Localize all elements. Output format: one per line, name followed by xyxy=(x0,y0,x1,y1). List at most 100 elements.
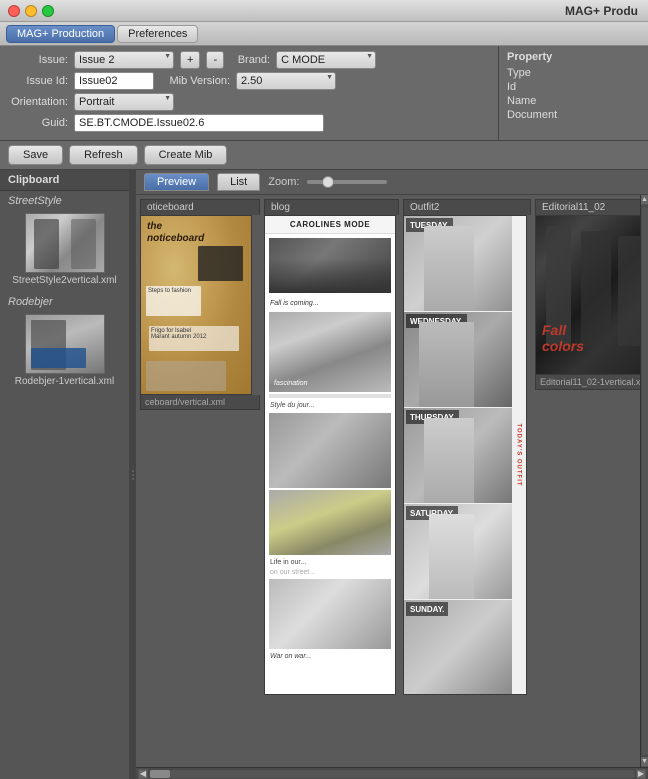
issue-select[interactable]: Issue 2 xyxy=(74,51,174,69)
blog-runway1: fascination xyxy=(269,312,391,392)
toolbar: Issue: Issue 2 + - Brand: C MODE Issue I… xyxy=(0,46,648,141)
horizontal-scrollbar[interactable]: ◀ ▶ xyxy=(136,767,648,779)
refresh-button[interactable]: Refresh xyxy=(69,145,138,165)
content-area: Preview List Zoom: oticeboard thenoticeb… xyxy=(136,170,648,779)
title-bar: MAG+ Produ xyxy=(0,0,648,22)
tab-zoom-bar: Preview List Zoom: xyxy=(136,170,648,195)
create-mib-button[interactable]: Create Mib xyxy=(144,145,228,165)
blog-text2: Style du jour... xyxy=(265,400,395,411)
sidebar-section-streetstyle: StreetStyle xyxy=(0,191,129,211)
outfit-vertical-band: TODAY'S OUTFIT xyxy=(512,216,526,694)
editorial-header: Editorial11_02 xyxy=(535,199,640,215)
property-id: Id xyxy=(507,81,640,93)
zoom-slider[interactable] xyxy=(307,180,387,184)
guid-input[interactable] xyxy=(74,114,324,132)
saturday-figure xyxy=(429,514,474,599)
issue-id-input[interactable] xyxy=(74,72,154,90)
spread-editorial: Editorial11_02 Fallcolors Editorial11_02… xyxy=(535,199,640,763)
issue-id-label: Issue Id: xyxy=(8,75,68,87)
main-area: Clipboard StreetStyle StreetStyle2vertic… xyxy=(0,170,648,779)
rodebjer-filename: Rodebjer-1vertical.xml xyxy=(8,376,121,387)
spread-noticeboard: oticeboard thenoticeboard Steps to fashi… xyxy=(140,199,260,763)
scroll-up-arrow[interactable]: ▲ xyxy=(641,195,648,205)
sidebar: Clipboard StreetStyle StreetStyle2vertic… xyxy=(0,170,130,779)
outfit-vertical-text: TODAY'S OUTFIT xyxy=(516,423,522,486)
window-controls[interactable] xyxy=(8,5,54,17)
plus-button[interactable]: + xyxy=(180,51,200,69)
h-scroll-thumb[interactable] xyxy=(150,770,170,778)
blog-text3: Life in our... xyxy=(265,557,395,568)
editorial-body: Fallcolors xyxy=(535,215,640,375)
editorial-figure2 xyxy=(581,231,611,346)
scroll-down-arrow[interactable]: ▼ xyxy=(641,757,648,767)
thursday-figure xyxy=(424,418,474,503)
property-document: Document xyxy=(507,109,640,121)
window-title: MAG+ Produ xyxy=(565,4,638,18)
issue-label: Issue: xyxy=(8,54,68,66)
orientation-label: Orientation: xyxy=(8,96,68,108)
brand-label: Brand: xyxy=(230,54,270,66)
noticeboard-title-text: thenoticeboard xyxy=(147,221,204,245)
noticeboard-photo1 xyxy=(198,246,243,281)
close-button[interactable] xyxy=(8,5,20,17)
spreads-container[interactable]: oticeboard thenoticeboard Steps to fashi… xyxy=(136,195,640,767)
mib-version-label: Mib Version: xyxy=(160,75,230,87)
blog-text4: War on war... xyxy=(265,651,395,662)
spread-blog: blog CAROLINES MODE Fall is com xyxy=(264,199,399,763)
property-panel: Property Type Id Name Document xyxy=(498,46,648,140)
outfit-body: TODAY'S OUTFIT TUESDAY. WEDN xyxy=(403,215,527,695)
noticeboard-body: thenoticeboard Steps to fashion Frigo fo… xyxy=(140,215,252,395)
sidebar-item-rodebjer[interactable]: Rodebjer-1vertical.xml xyxy=(0,312,129,393)
menu-preferences[interactable]: Preferences xyxy=(117,25,198,43)
property-type: Type xyxy=(507,67,640,79)
minimize-button[interactable] xyxy=(25,5,37,17)
noticeboard-note1: Steps to fashion xyxy=(146,286,201,316)
streetstyle-filename: StreetStyle2vertical.xml xyxy=(8,275,121,286)
sidebar-section-rodebjer: Rodebjer xyxy=(0,292,129,312)
noticeboard-filename: ceboard/vertical.xml xyxy=(140,395,260,410)
tab-list[interactable]: List xyxy=(217,173,260,191)
blog-runway2 xyxy=(269,413,391,488)
scroll-left-arrow[interactable]: ◀ xyxy=(138,769,148,779)
blog-subtext3: on our street... xyxy=(265,568,395,577)
outfit-sunday: SUNDAY. xyxy=(404,600,512,695)
sunday-label: SUNDAY. xyxy=(406,602,448,616)
rodebjer-thumb xyxy=(25,314,105,374)
zoom-label: Zoom: xyxy=(268,176,299,188)
h-scroll-track xyxy=(150,770,634,778)
scroll-right-arrow[interactable]: ▶ xyxy=(636,769,646,779)
guid-label: Guid: xyxy=(8,117,68,129)
scroll-track xyxy=(642,207,648,755)
blog-masthead: CAROLINES MODE xyxy=(265,216,395,234)
property-title: Property xyxy=(507,51,640,63)
outfit-saturday: SATURDAY. xyxy=(404,504,512,599)
editorial-filename: Editorial11_02-1vertical.xml xyxy=(535,375,640,390)
tab-preview[interactable]: Preview xyxy=(144,173,209,191)
clipboard-title: Clipboard xyxy=(0,170,129,191)
blog-header: blog xyxy=(264,199,399,215)
save-button[interactable]: Save xyxy=(8,145,63,165)
sidebar-item-streetstyle[interactable]: StreetStyle2vertical.xml xyxy=(0,211,129,292)
action-bar: Save Refresh Create Mib xyxy=(0,141,648,170)
outfit-thursday: THURSDAY. xyxy=(404,408,512,503)
orientation-select[interactable]: Portrait xyxy=(74,93,174,111)
menu-bar: MAG+ Production Preferences xyxy=(0,22,648,46)
noticeboard-header: oticeboard xyxy=(140,199,260,215)
blog-body: CAROLINES MODE Fall is coming... fascina… xyxy=(264,215,396,695)
noticeboard-note2: Frigo for IsabelMarant autumn 2012 xyxy=(149,326,239,351)
mib-version-select[interactable]: 2.50 xyxy=(236,72,336,90)
minus-button[interactable]: - xyxy=(206,51,224,69)
blog-runway3 xyxy=(269,490,391,555)
blog-photo1 xyxy=(269,238,391,293)
streetstyle-thumb xyxy=(25,213,105,273)
blog-photo2 xyxy=(269,579,391,649)
maximize-button[interactable] xyxy=(42,5,54,17)
tuesday-figure xyxy=(424,226,474,311)
brand-select[interactable]: C MODE xyxy=(276,51,376,69)
noticeboard-footer xyxy=(146,361,226,391)
editorial-figure3 xyxy=(618,236,640,346)
editorial-fall-colors: Fallcolors xyxy=(542,323,584,354)
outfit-header: Outfit2 xyxy=(403,199,531,215)
vertical-scrollbar[interactable]: ▲ ▼ xyxy=(640,195,648,767)
menu-mag-production[interactable]: MAG+ Production xyxy=(6,25,115,43)
